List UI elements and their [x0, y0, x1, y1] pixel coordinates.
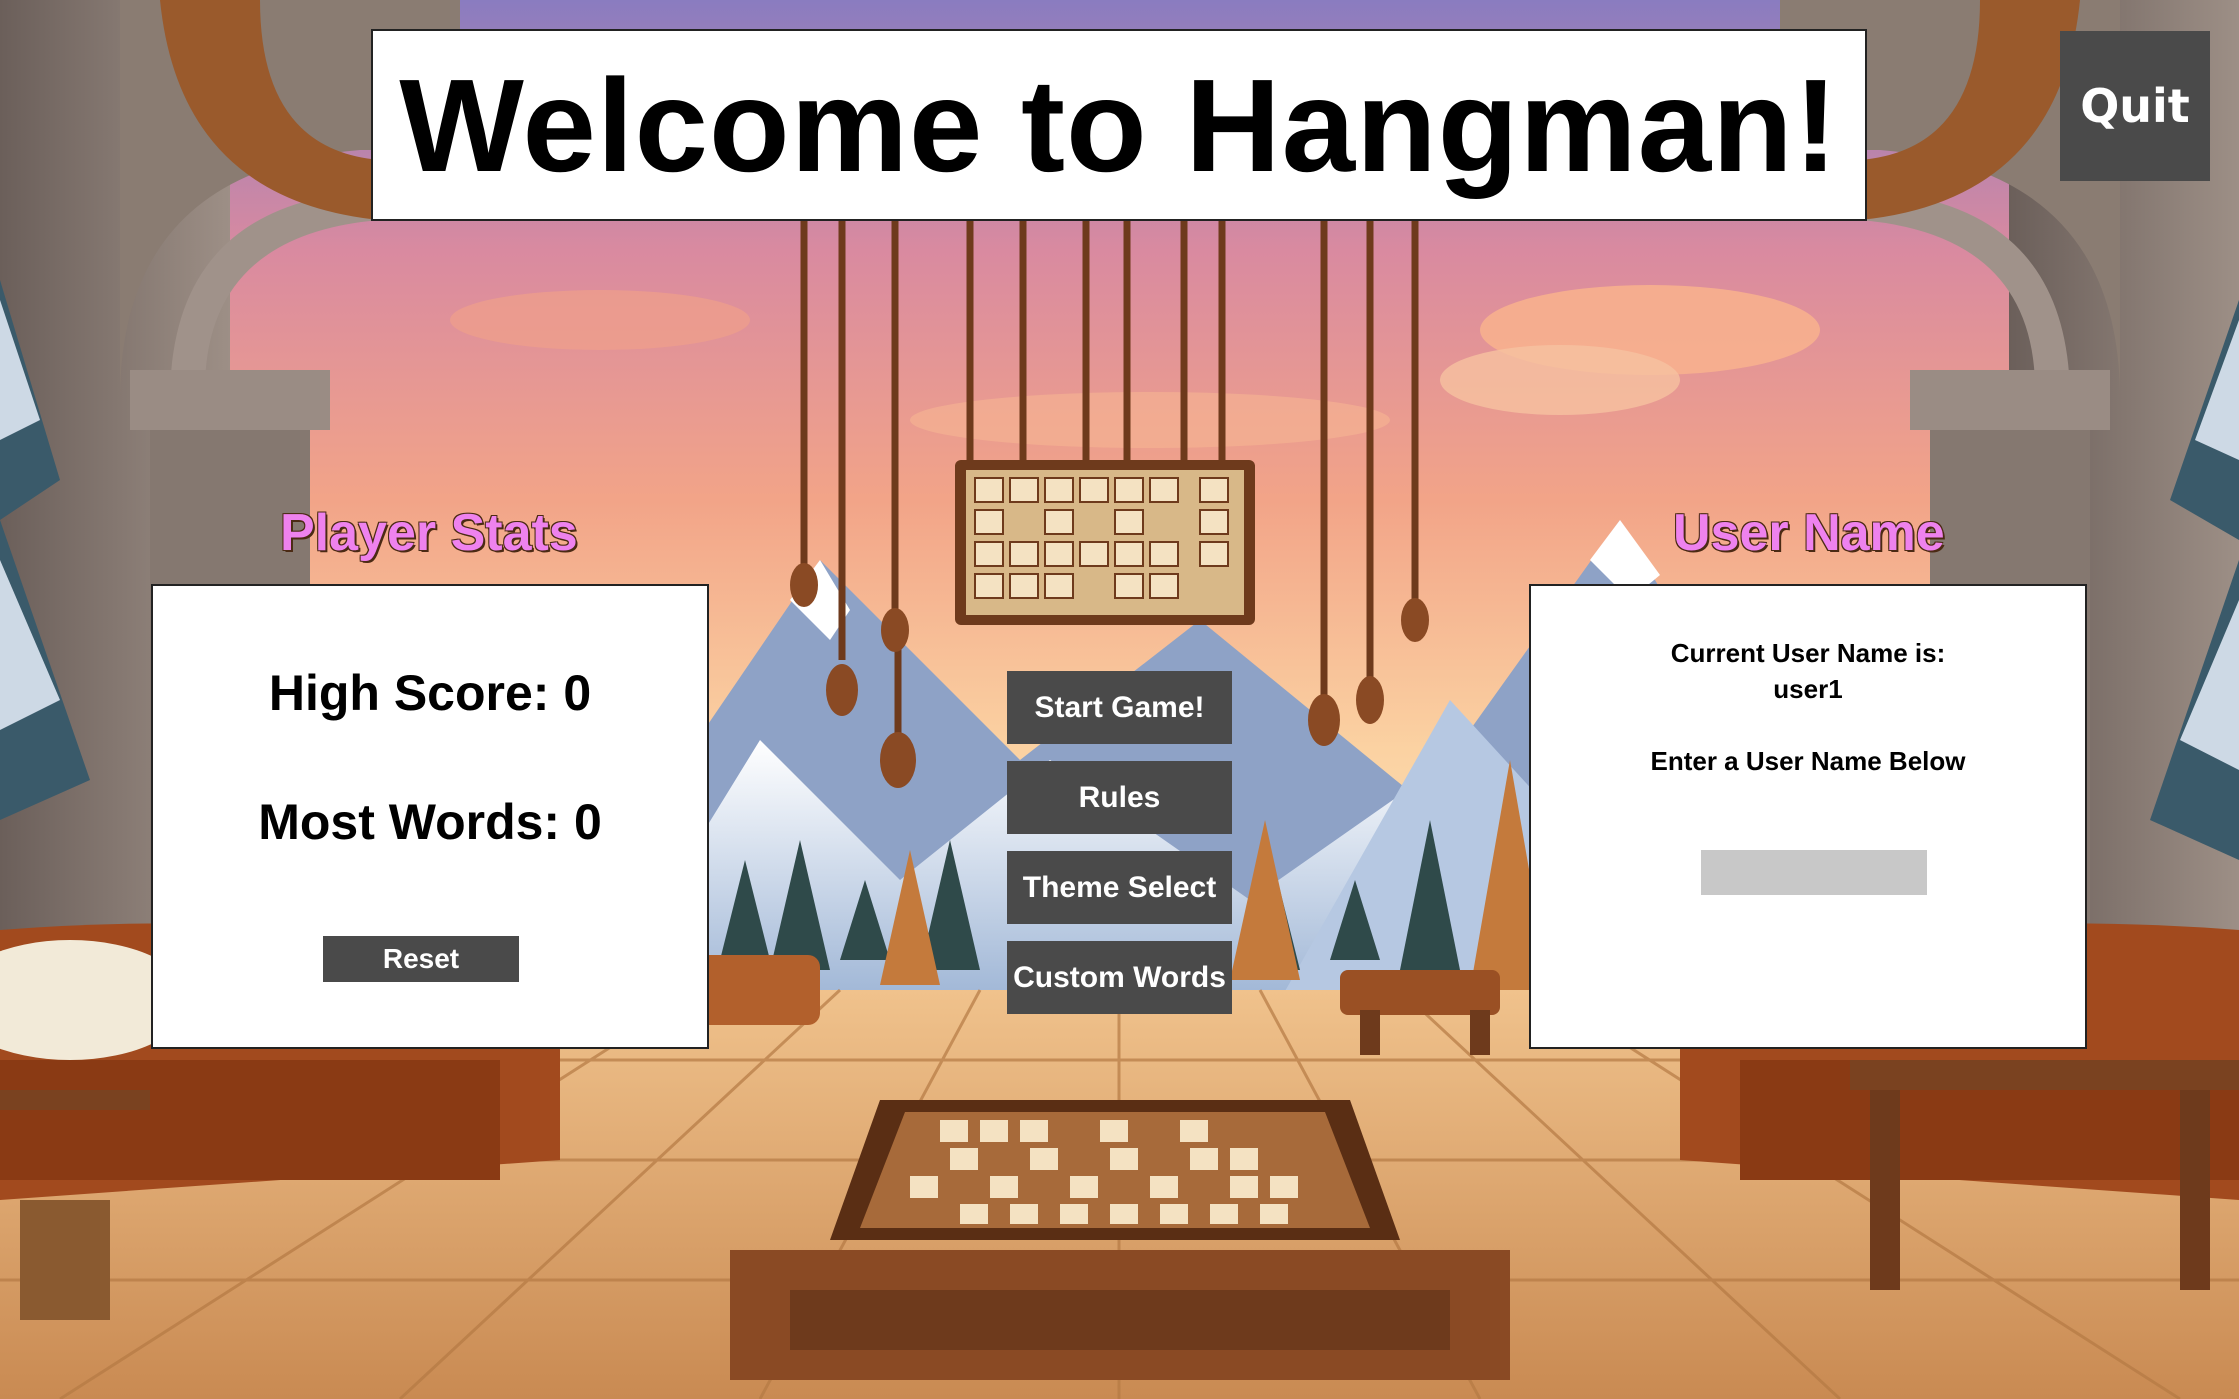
high-score-label: High Score: 0 [268, 665, 592, 721]
page-title: Welcome to Hangman! [399, 51, 1839, 199]
current-user-label: Current User Name is: [1670, 638, 1946, 668]
current-user-value: user1 [1773, 674, 1843, 704]
user-name-heading: User Name [1673, 504, 1945, 562]
reset-button[interactable]: Reset [323, 936, 519, 982]
user-name-panel: Current User Name is: user1 Enter a User… [1529, 584, 2087, 1049]
most-words-label: Most Words: 0 [258, 794, 602, 850]
user-name-input[interactable] [1701, 850, 1927, 895]
quit-button[interactable]: Quit [2060, 31, 2210, 181]
rules-button[interactable]: Rules [1007, 761, 1232, 834]
enter-user-name-label: Enter a User Name Below [1650, 746, 1966, 776]
start-game-button[interactable]: Start Game! [1007, 671, 1232, 744]
theme-select-button[interactable]: Theme Select [1007, 851, 1232, 924]
hanging-letter-board-icon [955, 460, 1255, 625]
title-banner: Welcome to Hangman! [371, 29, 1867, 221]
player-stats-heading: Player Stats [280, 504, 578, 562]
custom-words-button[interactable]: Custom Words [1007, 941, 1232, 1014]
player-stats-panel: High Score: 0 Most Words: 0 Reset [151, 584, 709, 1049]
